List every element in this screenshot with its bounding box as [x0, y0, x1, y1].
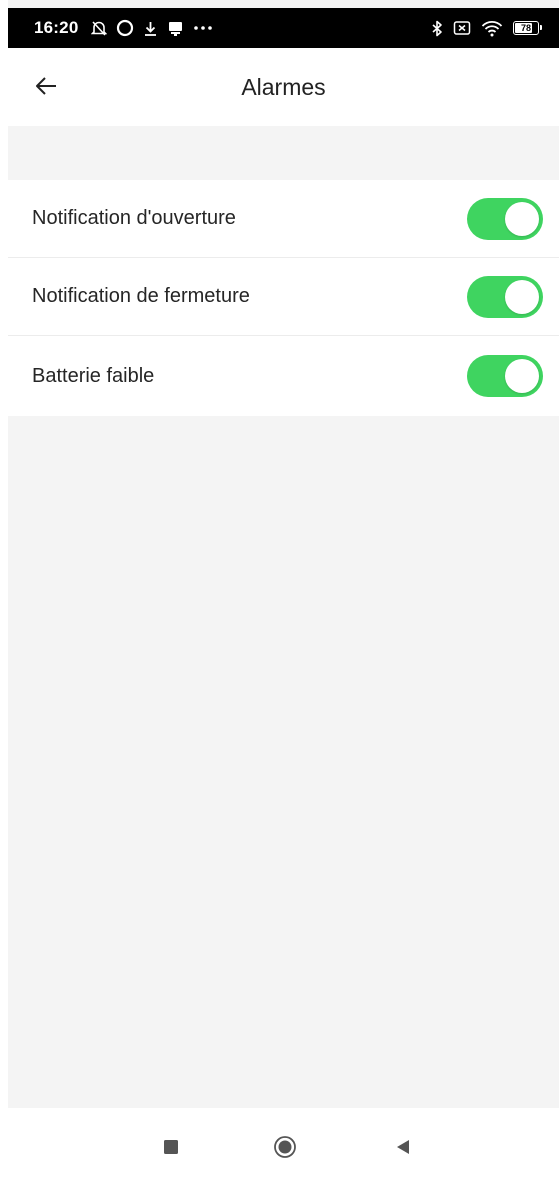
closing-notification-toggle[interactable] [467, 275, 543, 318]
setting-label: Notification d'ouverture [32, 207, 236, 229]
recents-square-icon [163, 1139, 179, 1160]
status-time: 16:20 [34, 18, 79, 37]
battery-level: 78 [520, 23, 531, 33]
setting-label: Notification de fermeture [32, 285, 250, 307]
setting-row-low-battery: Batterie faible [8, 336, 559, 416]
opening-notification-toggle[interactable] [467, 197, 543, 240]
more-dots-icon [193, 25, 213, 31]
back-triangle-icon [395, 1138, 411, 1161]
circle-icon [116, 19, 134, 37]
phone-screen: 16:20 78 Alarmes Notification d'ouvertur… [8, 0, 559, 1186]
setting-row-opening-notification: Notification d'ouverture [8, 180, 559, 258]
navigation-bar [8, 1108, 559, 1186]
download-icon [143, 20, 158, 37]
setting-row-closing-notification: Notification de fermeture [8, 258, 559, 336]
status-right-group: 78 [431, 20, 542, 37]
sim-x-icon [453, 20, 471, 36]
nav-back-button[interactable] [388, 1134, 418, 1164]
muted-bell-icon [91, 20, 108, 37]
home-button[interactable] [270, 1134, 300, 1164]
battery-icon: 78 [513, 21, 542, 35]
toggle-knob [505, 201, 539, 236]
chat-icon [167, 20, 184, 37]
bluetooth-icon [431, 20, 443, 37]
wifi-icon [481, 20, 503, 37]
toggle-knob [505, 279, 539, 314]
recents-button[interactable] [156, 1134, 186, 1164]
low-battery-toggle[interactable] [467, 355, 543, 397]
page-title: Alarmes [241, 74, 326, 100]
toggle-knob [505, 359, 539, 393]
battery-tip [540, 25, 542, 30]
status-left-group: 16:20 [34, 18, 213, 38]
status-bar: 16:20 78 [8, 8, 559, 48]
home-circle-icon [273, 1135, 297, 1164]
setting-label: Batterie faible [32, 364, 155, 387]
header: Alarmes [8, 48, 559, 126]
settings-list: Notification d'ouverture Notification de… [8, 180, 559, 416]
